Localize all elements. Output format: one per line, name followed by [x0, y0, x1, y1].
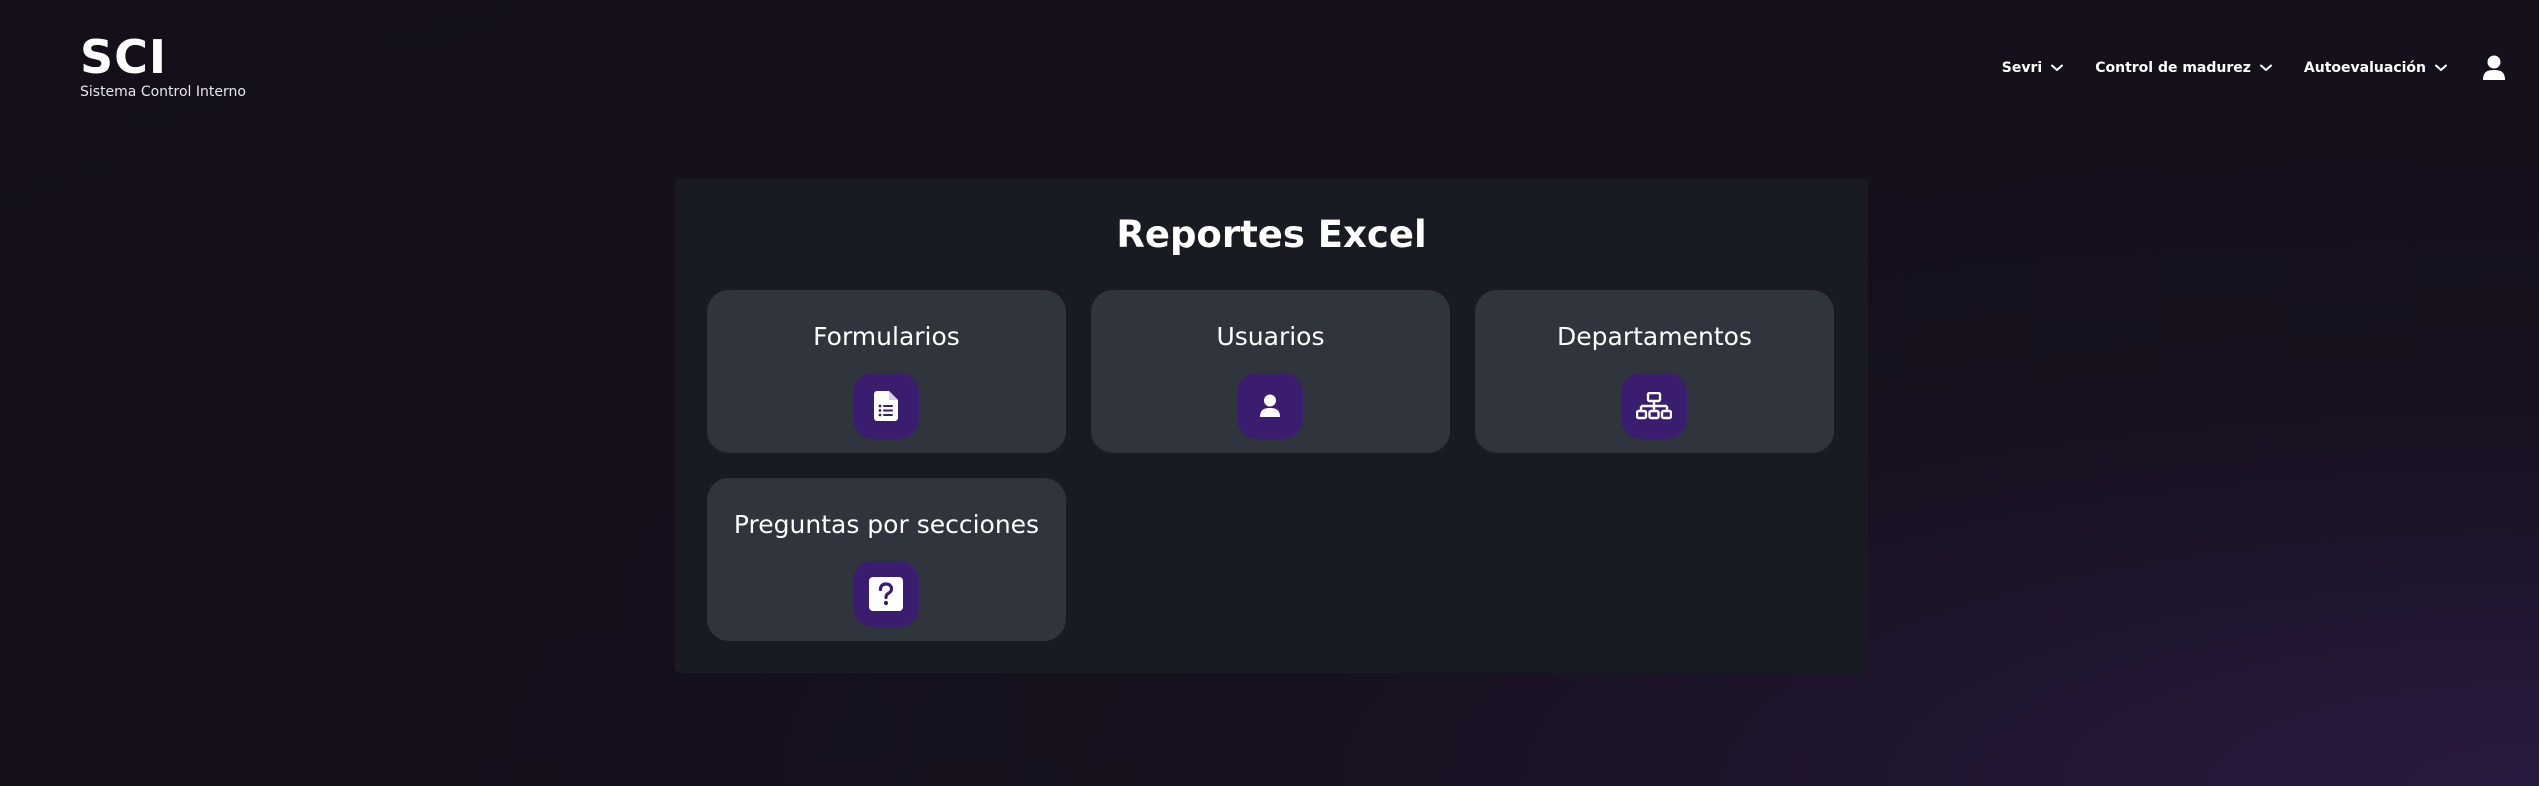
report-card-formularios[interactable]: Formularios — [707, 290, 1066, 453]
reports-panel: Reportes Excel Formularios Usuarios Depa… — [675, 178, 1868, 673]
top-navbar: SCI Sistema Control Interno Sevri Contro… — [0, 0, 2539, 135]
icon-badge — [853, 373, 919, 439]
document-list-icon — [874, 391, 898, 421]
nav-item-control-madurez[interactable]: Control de madurez — [2095, 60, 2272, 76]
chevron-down-icon — [2259, 64, 2272, 71]
icon-badge — [1237, 373, 1303, 439]
card-label: Preguntas por secciones — [733, 510, 1040, 539]
chevron-down-icon — [2051, 64, 2064, 71]
report-card-preguntas[interactable]: Preguntas por secciones — [707, 478, 1066, 641]
brand-subtitle: Sistema Control Interno — [80, 84, 246, 100]
report-card-usuarios[interactable]: Usuarios — [1091, 290, 1450, 453]
question-mark-icon — [869, 577, 903, 611]
brand-logo[interactable]: SCI Sistema Control Interno — [80, 30, 246, 100]
user-icon — [2483, 55, 2505, 80]
nav-item-sevri[interactable]: Sevri — [2001, 60, 2064, 76]
nav-item-autoevaluacion[interactable]: Autoevaluación — [2304, 60, 2447, 76]
page-title: Reportes Excel — [1116, 213, 1427, 256]
card-label: Usuarios — [1216, 322, 1325, 351]
nav-item-label: Sevri — [2001, 60, 2043, 76]
user-icon — [1260, 394, 1280, 417]
icon-badge — [853, 561, 919, 627]
org-chart-icon — [1636, 392, 1672, 420]
nav-item-label: Autoevaluación — [2303, 60, 2426, 76]
card-label: Formularios — [813, 322, 960, 351]
card-label: Departamentos — [1557, 322, 1752, 351]
nav-item-label: Control de madurez — [2095, 60, 2251, 76]
brand-title: SCI — [80, 30, 168, 84]
main-nav: Sevri Control de madurez Autoevaluación — [2002, 50, 2519, 86]
report-card-departamentos[interactable]: Departamentos — [1475, 290, 1834, 453]
icon-badge — [1621, 373, 1687, 439]
chevron-down-icon — [2435, 64, 2447, 71]
user-menu-button[interactable] — [2479, 53, 2509, 83]
